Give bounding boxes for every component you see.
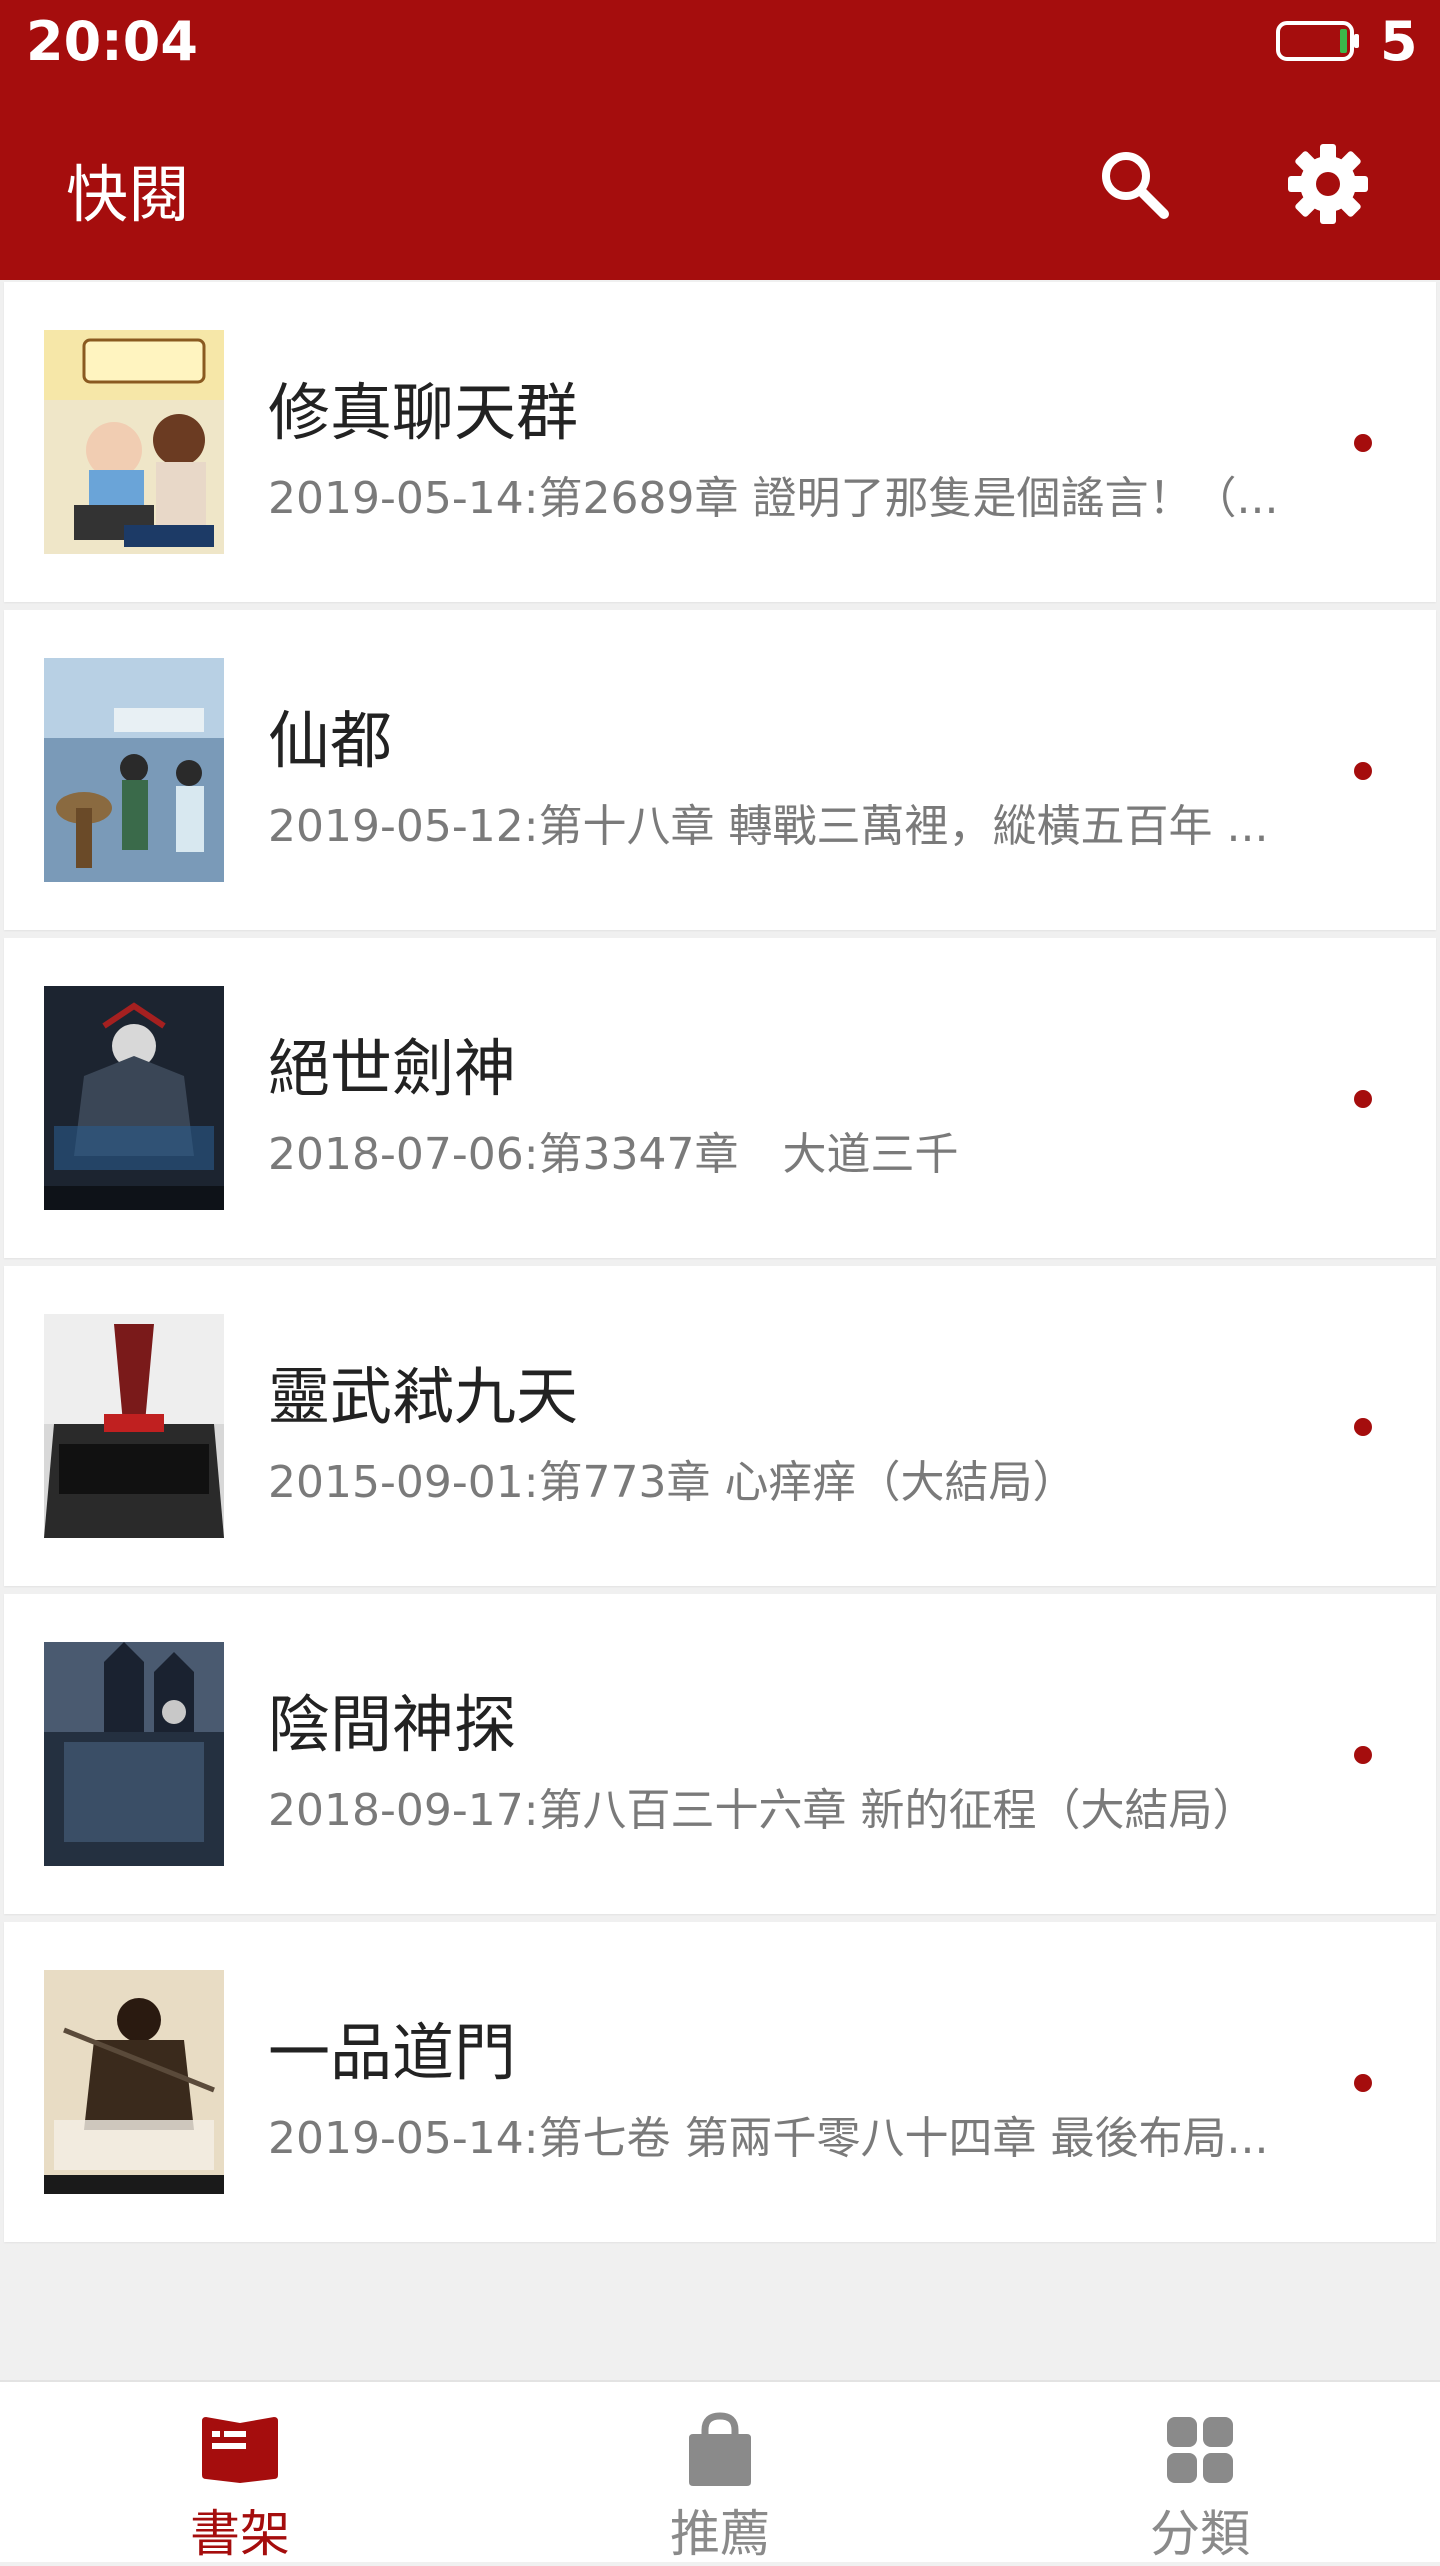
book-title: 修真聊天群	[268, 376, 579, 449]
book-latest-chapter: 2019-05-14:第七卷 第兩千零八十四章 最後布局...	[268, 2113, 1269, 2164]
book-latest-chapter: 2018-07-06:第3347章 大道三千	[268, 1129, 959, 1180]
bottom-navigation: 書架 推薦 分類	[0, 2380, 1440, 2563]
nav-tab-categories[interactable]: 分類	[960, 2382, 1440, 2563]
bag-icon	[675, 2410, 765, 2490]
unread-indicator	[1354, 434, 1372, 452]
settings-button[interactable]	[1280, 136, 1376, 232]
book-item[interactable]: 修真聊天群 2019-05-14:第2689章 證明了那隻是個謠言！（...	[4, 282, 1436, 602]
grid-icon	[1155, 2410, 1245, 2490]
search-icon	[1102, 152, 1169, 219]
book-title: 靈武弒九天	[268, 1360, 579, 1433]
book-item[interactable]: 仙都 2019-05-12:第十八章 轉戰三萬裡，縱橫五百年 ...	[4, 610, 1436, 930]
book-cover	[44, 658, 224, 882]
book-title: 絕世劍神	[268, 1032, 517, 1105]
unread-indicator	[1354, 1746, 1372, 1764]
bookshelf-list: 修真聊天群 2019-05-14:第2689章 證明了那隻是個謠言！（... 仙…	[0, 282, 1440, 2250]
app-title: 快閱	[66, 158, 191, 231]
book-cover	[44, 330, 224, 554]
unread-indicator	[1354, 2074, 1372, 2092]
unread-indicator	[1354, 762, 1372, 780]
battery-level: 5	[1380, 10, 1418, 73]
unread-indicator	[1354, 1090, 1372, 1108]
book-cover	[44, 1970, 224, 2194]
book-item[interactable]: 一品道門 2019-05-14:第七卷 第兩千零八十四章 最後布局...	[4, 1922, 1436, 2242]
book-latest-chapter: 2019-05-14:第2689章 證明了那隻是個謠言！（...	[268, 473, 1279, 524]
book-latest-chapter: 2015-09-01:第773章 心痒痒（大結局）	[268, 1457, 1077, 1508]
book-item[interactable]: 靈武弒九天 2015-09-01:第773章 心痒痒（大結局）	[4, 1266, 1436, 1586]
book-title: 陰間神探	[268, 1688, 517, 1761]
book-item[interactable]: 陰間神探 2018-09-17:第八百三十六章 新的征程（大結局）	[4, 1594, 1436, 1914]
nav-tab-recommend[interactable]: 推薦	[480, 2382, 960, 2563]
book-cover	[44, 1314, 224, 1538]
book-item[interactable]: 絕世劍神 2018-07-06:第3347章 大道三千	[4, 938, 1436, 1258]
nav-label: 推薦	[670, 2505, 770, 2563]
book-icon	[195, 2410, 285, 2490]
status-bar: 20:04 5	[0, 0, 1440, 88]
gear-icon	[1288, 144, 1368, 224]
nav-label: 分類	[1150, 2505, 1250, 2563]
book-title: 一品道門	[268, 2016, 517, 2089]
book-cover	[44, 1642, 224, 1866]
app-bar: 快閱	[0, 88, 1440, 280]
unread-indicator	[1354, 1418, 1372, 1436]
book-cover	[44, 986, 224, 1210]
status-time: 20:04	[26, 10, 198, 73]
nav-tab-bookshelf[interactable]: 書架	[0, 2382, 480, 2563]
search-button[interactable]	[1086, 136, 1182, 232]
book-title: 仙都	[268, 704, 393, 777]
book-latest-chapter: 2018-09-17:第八百三十六章 新的征程（大結局）	[268, 1785, 1257, 1836]
nav-label: 書架	[190, 2505, 290, 2563]
battery-icon	[1276, 21, 1359, 61]
book-latest-chapter: 2019-05-12:第十八章 轉戰三萬裡，縱橫五百年 ...	[268, 801, 1269, 852]
